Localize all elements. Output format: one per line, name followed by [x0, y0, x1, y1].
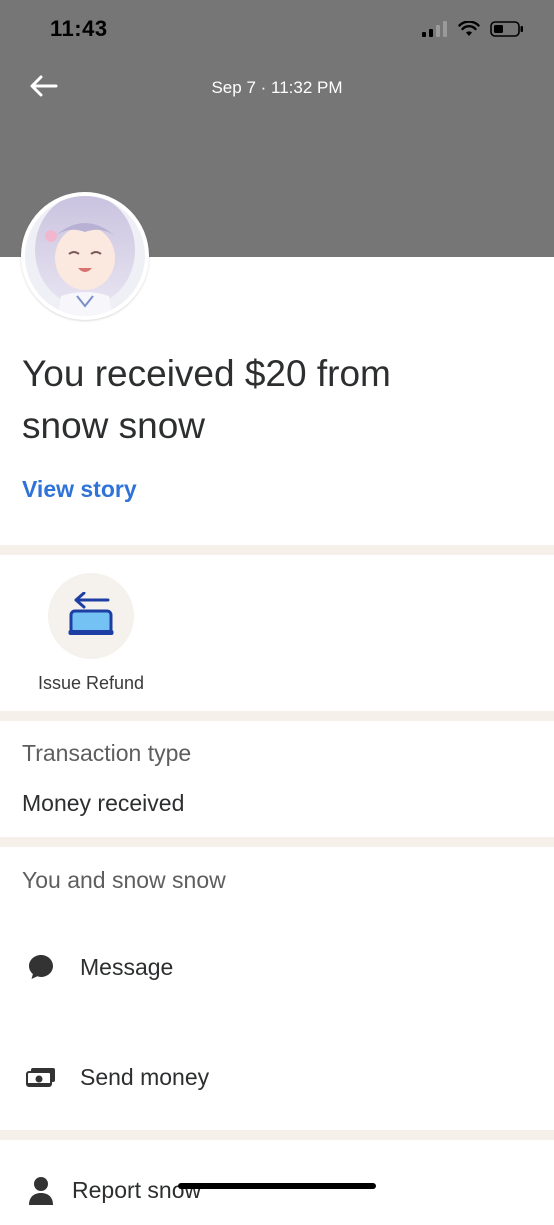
- contact-section-heading: You and snow snow: [22, 867, 226, 893]
- message-row[interactable]: Message: [0, 932, 554, 1002]
- issue-refund-button[interactable]: [48, 573, 134, 659]
- transaction-headline: You received $20 from snow snow: [22, 348, 522, 452]
- home-indicator[interactable]: [178, 1183, 376, 1189]
- send-money-row[interactable]: Send money: [0, 1042, 554, 1112]
- signal-icon: [422, 20, 448, 42]
- nav-title: Sep 7 · 11:32 PM: [211, 78, 343, 97]
- refund-icon: [68, 591, 114, 641]
- report-row[interactable]: Report snow: [0, 1155, 554, 1225]
- section-divider: [0, 837, 554, 847]
- person-icon: [26, 1175, 56, 1205]
- section-divider: [0, 545, 554, 555]
- cash-icon: [26, 1062, 56, 1092]
- battery-icon: [490, 20, 524, 42]
- headline-line-1: You received $20 from: [22, 353, 391, 394]
- report-label: Report snow: [72, 1176, 202, 1203]
- section-divider: [0, 711, 554, 721]
- wifi-icon: [458, 19, 480, 42]
- send-money-label: Send money: [80, 1063, 210, 1090]
- issue-refund-label: Issue Refund: [37, 673, 145, 693]
- transaction-type-label: Transaction type: [22, 740, 192, 766]
- status-icons: [422, 19, 524, 42]
- section-divider: [0, 1130, 554, 1140]
- transaction-type-value: Money received: [22, 790, 185, 816]
- message-label: Message: [80, 953, 174, 980]
- chat-bubble-icon: [26, 952, 56, 982]
- view-story-link[interactable]: View story: [22, 476, 137, 503]
- headline-line-2: snow snow: [22, 405, 206, 446]
- avatar: [21, 192, 149, 320]
- status-time: 11:43: [50, 16, 108, 41]
